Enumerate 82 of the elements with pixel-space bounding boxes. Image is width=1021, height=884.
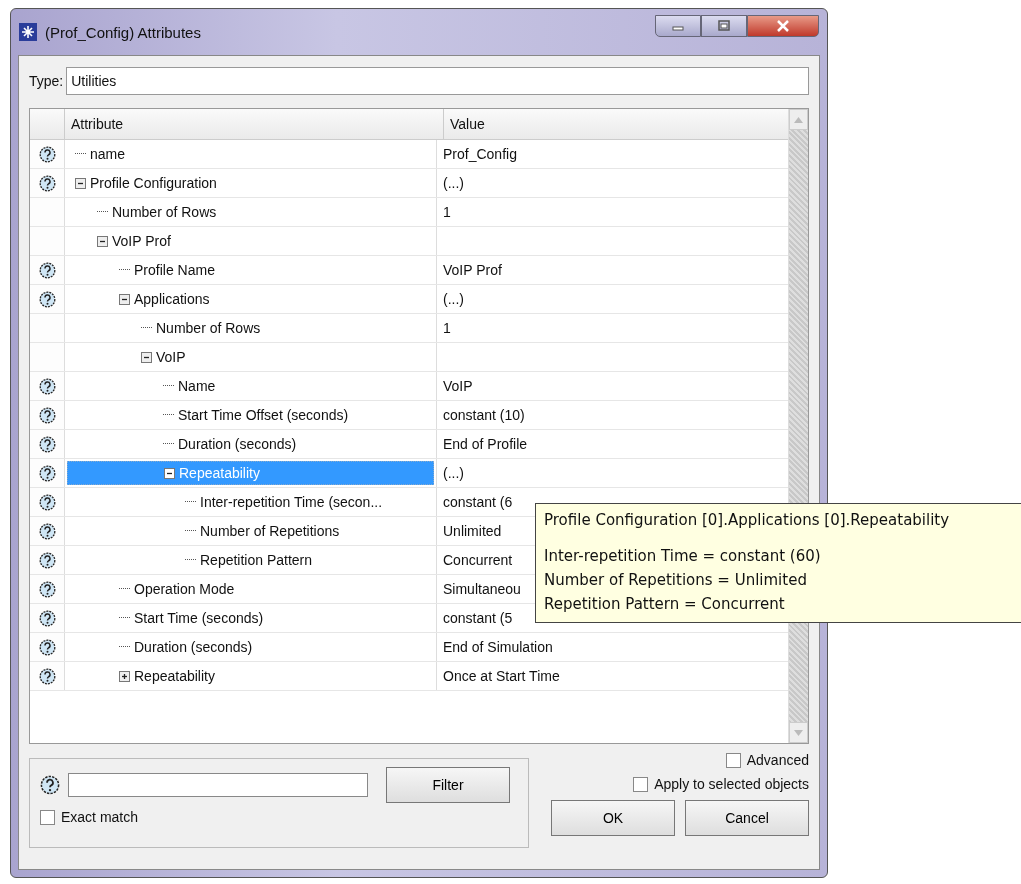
attribute-cell[interactable]: Duration (seconds) xyxy=(67,635,434,659)
cancel-button[interactable]: Cancel xyxy=(685,800,809,836)
value-cell[interactable]: 1 xyxy=(443,320,451,336)
attribute-cell[interactable]: Start Time (seconds) xyxy=(67,606,434,630)
filter-field[interactable] xyxy=(68,773,368,797)
attribute-cell[interactable]: Number of Repetitions xyxy=(67,519,434,543)
collapse-icon[interactable] xyxy=(164,467,175,479)
checkbox[interactable] xyxy=(725,752,741,768)
expand-icon[interactable] xyxy=(119,670,130,682)
column-header[interactable]: Attribute xyxy=(65,109,444,139)
attribute-cell[interactable]: Profile Name xyxy=(67,258,434,282)
help-icon[interactable] xyxy=(38,522,56,540)
checkbox-label: Exact match xyxy=(61,809,139,825)
help-icon[interactable] xyxy=(38,667,56,685)
help-icon[interactable] xyxy=(38,464,56,482)
value-cell[interactable]: VoIP Prof xyxy=(443,262,502,278)
value-cell[interactable]: VoIP xyxy=(443,378,473,394)
checkbox-label: Advanced xyxy=(746,752,809,768)
help-icon[interactable] xyxy=(38,551,56,569)
attribute-cell[interactable]: Number of Rows xyxy=(67,200,434,224)
help-icon[interactable] xyxy=(40,775,60,795)
attribute-cell[interactable]: name xyxy=(67,142,434,166)
column-header[interactable]: Value xyxy=(444,109,788,139)
type-field[interactable]: Utilities xyxy=(66,67,809,95)
value-cell[interactable]: End of Profile xyxy=(443,436,528,452)
value-cell[interactable]: Prof_Config xyxy=(443,146,517,162)
value-cell[interactable]: Simultaneou xyxy=(443,581,521,597)
close-button[interactable] xyxy=(747,15,819,37)
star-icon xyxy=(19,23,37,41)
minimize-button[interactable] xyxy=(655,15,701,37)
collapse-icon[interactable] xyxy=(75,177,86,189)
value-cell[interactable]: End of Simulation xyxy=(443,639,553,655)
attribute-cell[interactable]: Number of Rows xyxy=(67,316,434,340)
type-label: Type: xyxy=(29,73,64,89)
help-icon[interactable] xyxy=(38,290,56,308)
help-icon[interactable] xyxy=(38,493,56,511)
value-cell[interactable]: Once at Start Time xyxy=(443,668,560,684)
help-icon[interactable] xyxy=(38,145,56,163)
tooltip-line: Inter-repetition Time = constant (60) xyxy=(544,546,822,567)
collapse-icon[interactable] xyxy=(97,235,108,247)
help-icon[interactable] xyxy=(38,261,56,279)
value-cell[interactable]: constant (6 xyxy=(443,494,513,510)
attribute-cell[interactable]: Duration (seconds) xyxy=(67,432,434,456)
attribute-cell[interactable]: Operation Mode xyxy=(67,577,434,601)
value-cell[interactable]: (...) xyxy=(443,465,464,481)
attribute-cell[interactable]: Repetition Pattern xyxy=(67,548,434,572)
value-cell[interactable]: (...) xyxy=(443,291,464,307)
ok-button[interactable]: OK xyxy=(551,800,675,836)
value-cell[interactable]: Unlimited xyxy=(443,523,502,539)
value-cell[interactable]: constant (10) xyxy=(443,407,525,423)
help-icon[interactable] xyxy=(38,406,56,424)
tooltip-line: Number of Repetitions = Unlimited xyxy=(544,570,808,591)
attribute-cell[interactable]: Profile Configuration xyxy=(67,171,434,195)
close-icon xyxy=(776,20,790,32)
tooltip-title: Profile Configuration [0].Applications [0].Repeatability xyxy=(544,510,951,531)
help-icon[interactable] xyxy=(38,377,56,395)
collapse-icon[interactable] xyxy=(141,351,152,363)
value-cell[interactable]: 1 xyxy=(443,204,451,220)
checkbox[interactable] xyxy=(633,776,649,792)
maximize-icon xyxy=(717,20,731,32)
value-cell[interactable]: Concurrent xyxy=(443,552,513,568)
help-icon[interactable] xyxy=(38,174,56,192)
window-title: (Prof_Config) Attributes xyxy=(45,23,201,41)
tooltip-line: Repetition Pattern = Concurrent xyxy=(544,594,786,615)
value-cell[interactable]: constant (5 xyxy=(443,610,513,626)
maximize-button[interactable] xyxy=(701,15,747,37)
help-icon[interactable] xyxy=(38,435,56,453)
attribute-cell[interactable]: Repeatability xyxy=(67,664,434,688)
help-icon[interactable] xyxy=(38,638,56,656)
attribute-cell[interactable]: Name xyxy=(67,374,434,398)
attribute-cell[interactable]: VoIP xyxy=(67,345,434,369)
attribute-cell[interactable]: VoIP Prof xyxy=(67,229,434,253)
filter-button[interactable]: Filter xyxy=(386,767,510,803)
collapse-icon[interactable] xyxy=(119,293,130,305)
attribute-cell[interactable]: Start Time Offset (seconds) xyxy=(67,403,434,427)
attribute-cell[interactable]: Applications xyxy=(67,287,434,311)
help-icon[interactable] xyxy=(38,580,56,598)
checkbox[interactable] xyxy=(40,809,55,825)
help-icon[interactable] xyxy=(38,609,56,627)
attribute-cell[interactable]: Inter-repetition Time (secon... xyxy=(67,490,434,514)
checkbox-label: Apply to selected objects xyxy=(654,776,809,792)
value-cell[interactable]: (...) xyxy=(443,175,464,191)
